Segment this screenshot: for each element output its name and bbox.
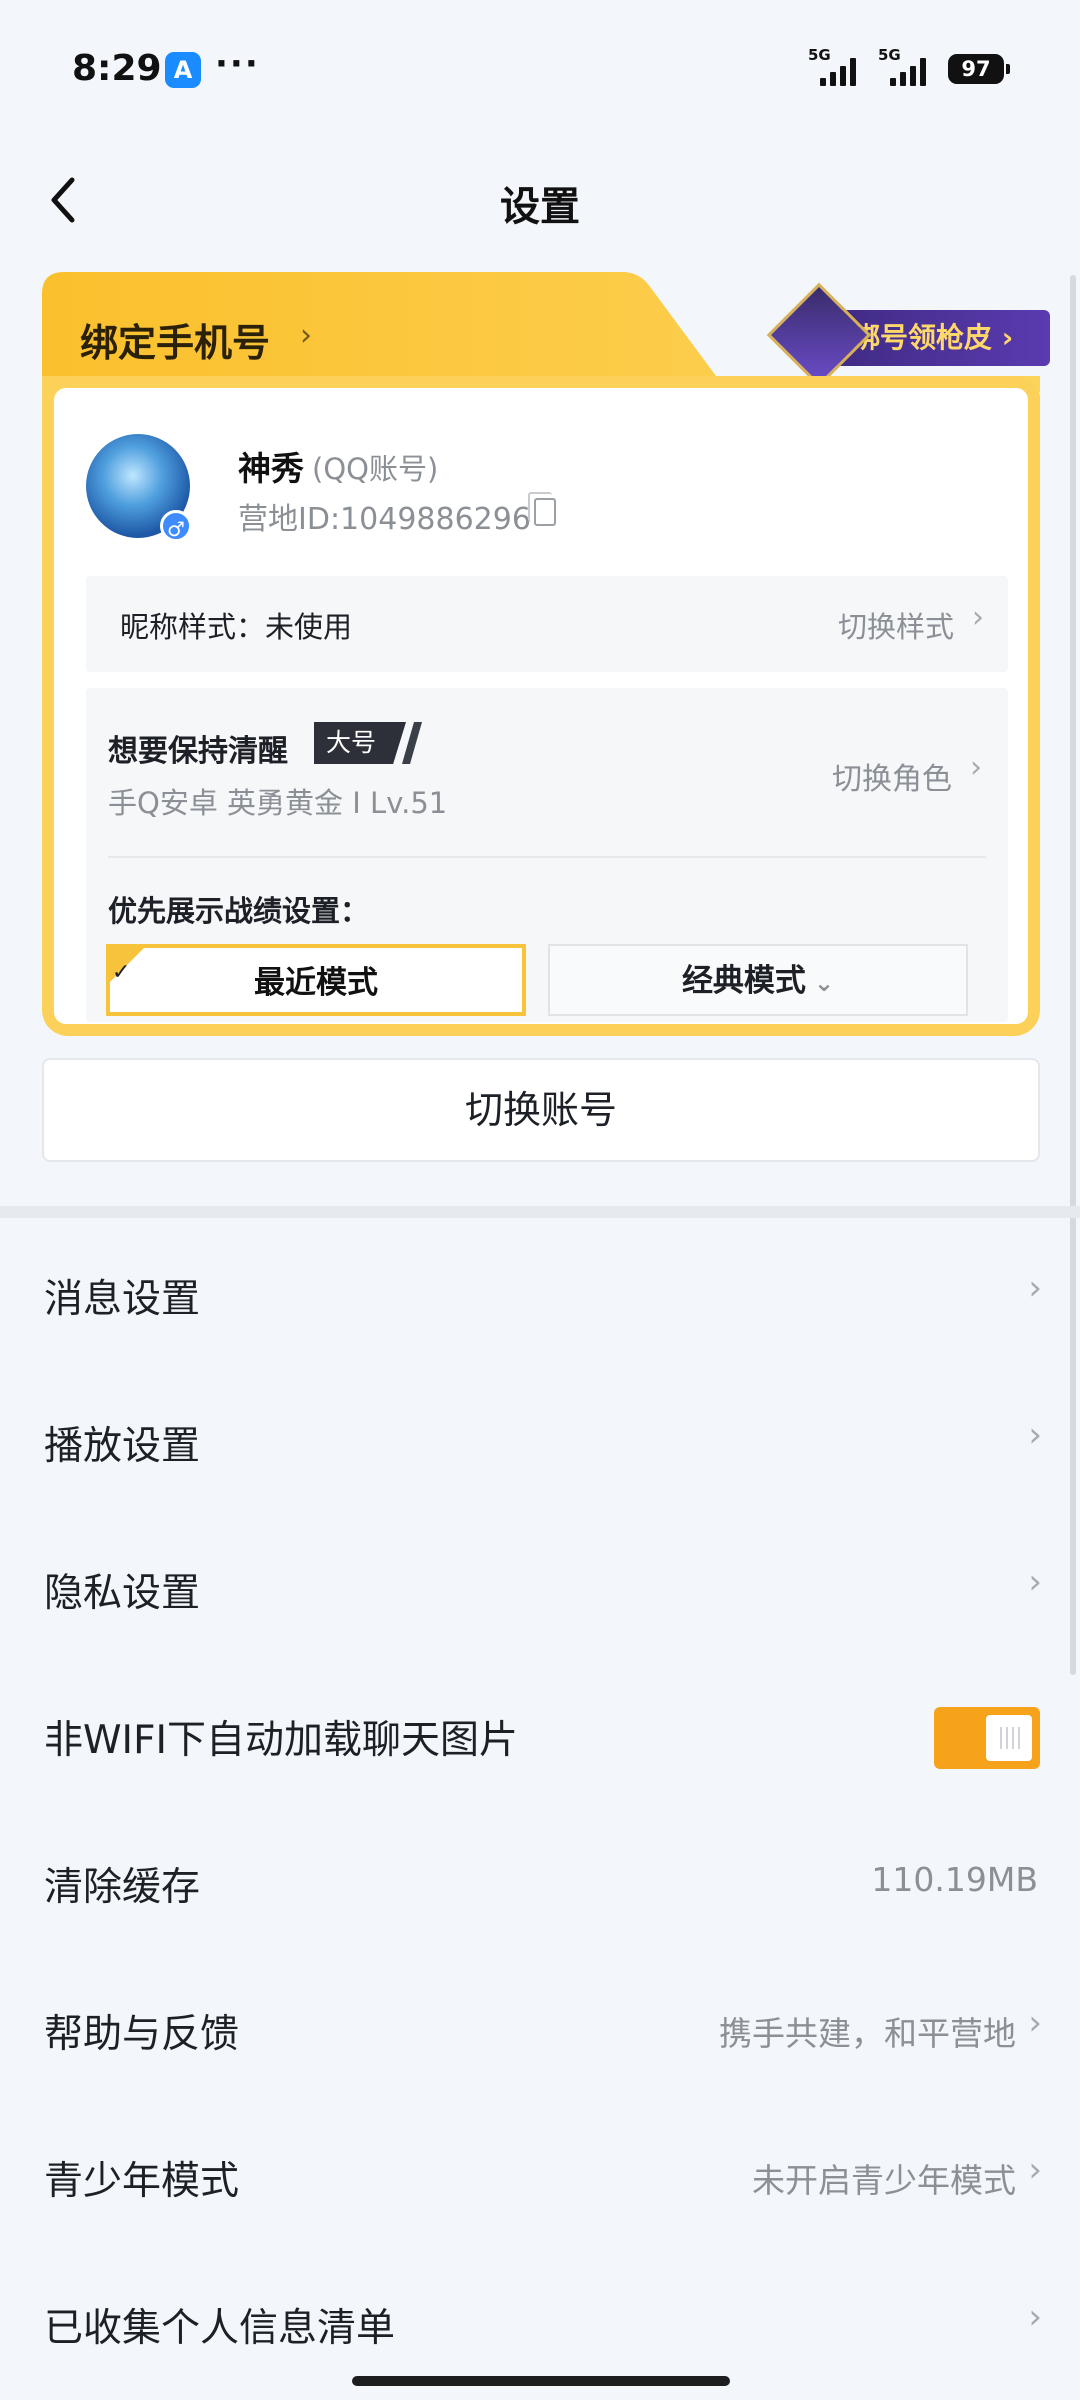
badge-slash-decoration <box>402 722 422 764</box>
card-tab: 绑定手机号 › 绑号领枪皮 › <box>42 272 1050 392</box>
chevron-right-icon: › <box>1028 1562 1042 1602</box>
account-card: 绑定手机号 › 绑号领枪皮 › ♂ 神秀 (QQ账号) 营地ID:1049886… <box>42 272 1050 1036</box>
role-meta: 手Q安卓 英勇黄金 I Lv.51 <box>108 786 448 820</box>
chevron-right-icon: › <box>1028 2297 1042 2337</box>
chevron-right-icon: › <box>970 750 982 785</box>
settings-item-label: 已收集个人信息清单 <box>44 2306 396 2351</box>
recent-mode-option[interactable]: ✓ 最近模式 <box>106 944 526 1016</box>
settings-item-value: 未开启青少年模式 <box>752 2161 1016 2200</box>
section-separator <box>0 1206 1080 1218</box>
settings-list: 消息设置 › 播放设置 › 隐私设置 › 非WIFI下自动加载聊天图片 清除缓存… <box>0 1218 1080 2394</box>
app-store-icon: A <box>165 52 201 88</box>
card-body: ♂ 神秀 (QQ账号) 营地ID:1049886296 昵称样式：未使用 切换样… <box>42 376 1040 1036</box>
settings-item-label: 隐私设置 <box>44 1571 201 1616</box>
nickname: 神秀 <box>238 449 304 488</box>
nickname-style-label: 昵称样式：未使用 <box>120 610 353 644</box>
role-name: 想要保持清醒 <box>108 734 288 769</box>
settings-item-teen-mode[interactable]: 青少年模式 未开启青少年模式 › <box>0 2100 1080 2247</box>
settings-item-privacy[interactable]: 隐私设置 › <box>0 1512 1080 1659</box>
game-role-panel: 想要保持清醒 大号 手Q安卓 英勇黄金 I Lv.51 切换角色 › 优先展示战… <box>86 688 1008 1022</box>
settings-item-clear-cache[interactable]: 清除缓存 110.19MB <box>0 1806 1080 1953</box>
divider <box>108 856 986 858</box>
settings-item-label: 青少年模式 <box>44 2159 240 2204</box>
account-type: (QQ账号) <box>312 452 439 486</box>
main-account-badge: 大号 <box>314 722 406 764</box>
status-bar: 8:29 A ··· 5G 5G 97 <box>0 0 1080 140</box>
settings-item-label: 消息设置 <box>44 1277 201 1322</box>
copy-icon[interactable] <box>528 492 556 526</box>
nickname-style-row[interactable]: 昵称样式：未使用 切换样式 › <box>86 576 1008 672</box>
promo-bind-reward[interactable]: 绑号领枪皮 › <box>732 282 1062 388</box>
male-gender-icon: ♂ <box>160 510 192 542</box>
signal-2-icon: 5G <box>878 46 938 86</box>
chevron-right-icon: › <box>1028 1415 1042 1455</box>
settings-item-personal-info-list[interactable]: 已收集个人信息清单 › <box>0 2247 1080 2394</box>
settings-item-auto-load-images: 非WIFI下自动加载聊天图片 <box>0 1659 1080 1806</box>
switch-account-button[interactable]: 切换账号 <box>42 1058 1040 1162</box>
auto-load-images-toggle[interactable] <box>934 1707 1040 1769</box>
switch-style-label: 切换样式 <box>837 610 954 644</box>
switch-role-button[interactable]: 切换角色 <box>832 754 952 798</box>
signal-1-icon: 5G <box>808 46 868 86</box>
check-icon: ✓ <box>112 960 131 985</box>
chevron-down-icon: ⌄ <box>813 969 835 997</box>
bind-phone-link[interactable]: 绑定手机号 <box>80 312 270 367</box>
toggle-knob <box>986 1715 1032 1761</box>
chevron-right-icon: › <box>1028 2150 1042 2190</box>
settings-item-label: 帮助与反馈 <box>44 2012 240 2057</box>
page-title: 设置 <box>500 184 580 230</box>
settings-item-playback[interactable]: 播放设置 › <box>0 1365 1080 1512</box>
camp-id: 营地ID:1049886296 <box>238 502 531 537</box>
settings-item-message[interactable]: 消息设置 › <box>0 1218 1080 1365</box>
settings-item-help-feedback[interactable]: 帮助与反馈 携手共建，和平营地 › <box>0 1953 1080 2100</box>
settings-item-label: 清除缓存 <box>44 1865 201 1910</box>
more-notifications-icon: ··· <box>215 44 260 84</box>
recent-mode-label: 最近模式 <box>254 965 378 1001</box>
home-indicator[interactable] <box>352 2376 730 2386</box>
chevron-right-icon: › <box>972 600 984 635</box>
settings-item-value: 携手共建，和平营地 <box>719 2014 1016 2053</box>
classic-mode-dropdown[interactable]: 经典模式 ⌄ <box>548 944 968 1016</box>
battery-icon: 97 <box>948 54 1010 84</box>
classic-mode-label: 经典模式 <box>681 963 806 999</box>
settings-item-label: 播放设置 <box>44 1424 201 1469</box>
cache-size: 110.19MB <box>871 1860 1038 1899</box>
chevron-right-icon: › <box>1028 2003 1042 2043</box>
status-time: 8:29 <box>72 48 162 89</box>
record-display-pref-label: 优先展示战绩设置： <box>108 894 370 928</box>
gun-skin-icon <box>766 282 872 388</box>
settings-item-label: 非WIFI下自动加载聊天图片 <box>44 1718 518 1763</box>
chevron-right-icon: › <box>1028 1268 1042 1308</box>
chevron-right-icon: › <box>300 318 312 353</box>
